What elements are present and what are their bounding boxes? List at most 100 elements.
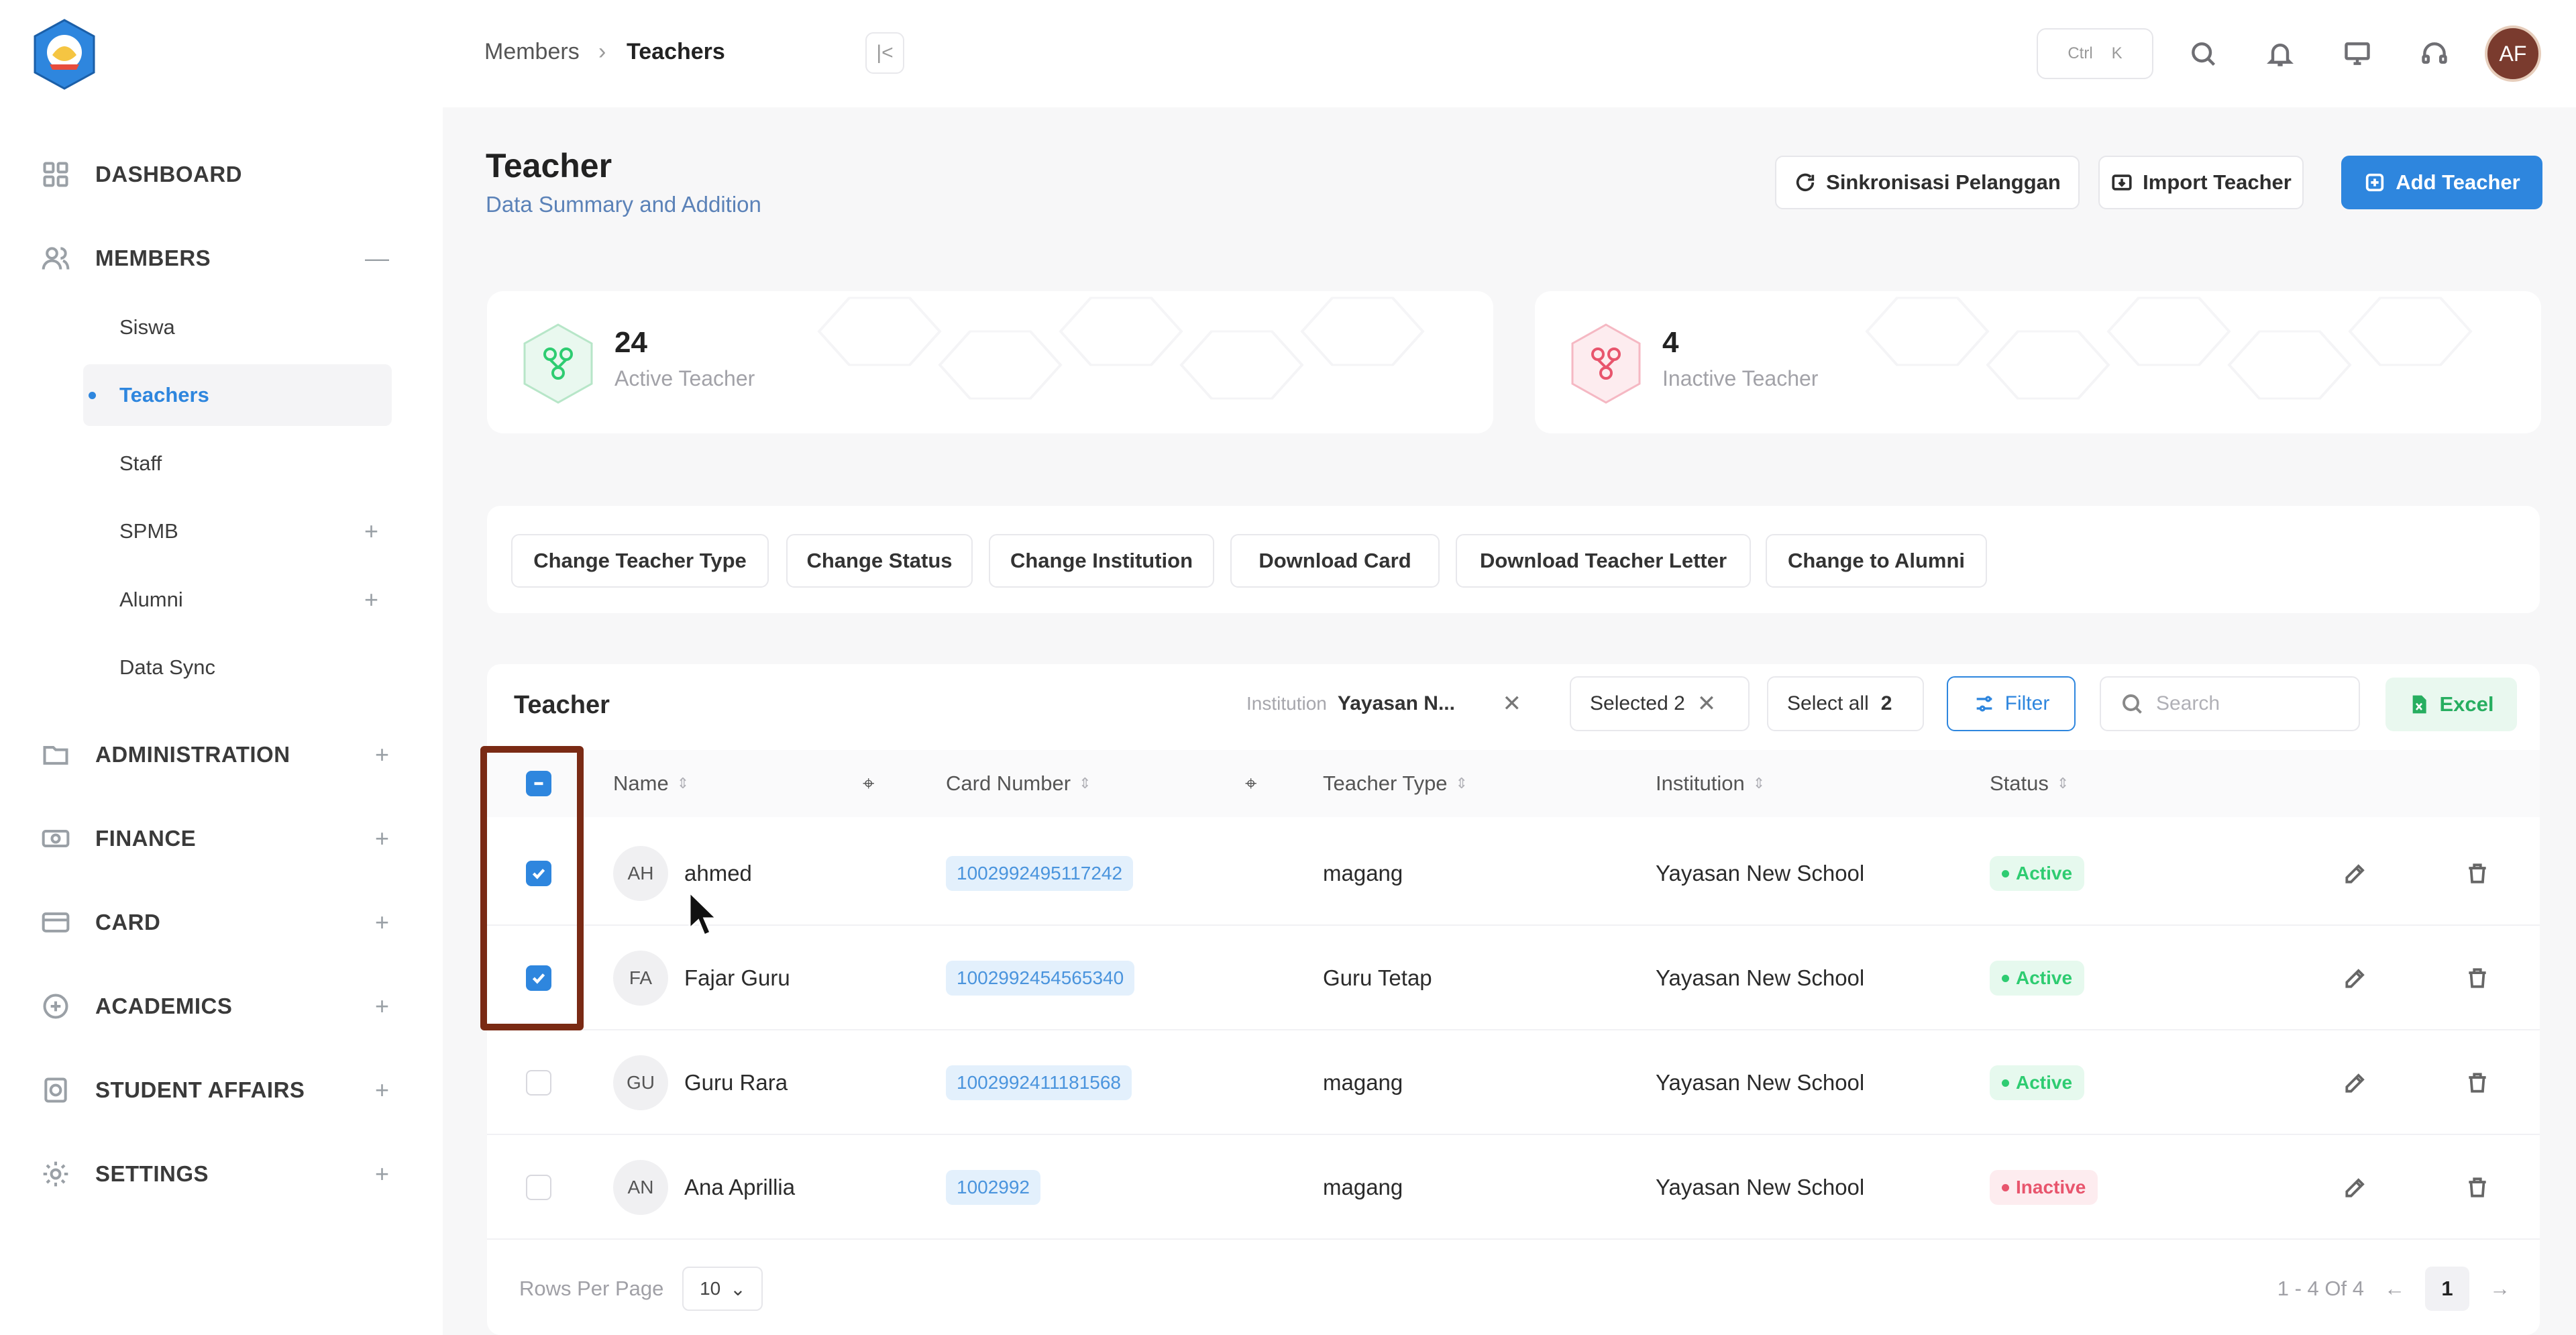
- institution-filter-value: Yayasan N...: [1337, 692, 1455, 714]
- column-header-name[interactable]: Name ⇕: [613, 750, 689, 817]
- app-logo[interactable]: [30, 17, 99, 91]
- import-icon: [2112, 174, 2132, 191]
- nav-finance[interactable]: FINANCE +: [40, 818, 389, 859]
- table-row[interactable]: GU Guru Rara 1002992411181568 magang Yay…: [487, 1030, 2540, 1135]
- selected-count-chip[interactable]: Selected 2 ✕: [1570, 676, 1750, 731]
- expand-icon[interactable]: +: [375, 741, 389, 769]
- card-number-badge[interactable]: 1002992454565340: [946, 961, 1135, 996]
- gear-icon: [40, 1159, 71, 1189]
- import-teacher-button[interactable]: Import Teacher: [2098, 156, 2304, 209]
- trash-icon[interactable]: [2465, 1030, 2490, 1135]
- nav-card[interactable]: CARD +: [40, 902, 389, 943]
- select-all-button[interactable]: Select all 2: [1767, 676, 1924, 731]
- institution-filter-chip[interactable]: Institution Yayasan N... ✕: [1230, 676, 1535, 731]
- expand-icon[interactable]: +: [364, 586, 378, 614]
- edit-icon[interactable]: [2343, 926, 2368, 1030]
- download-card-button[interactable]: Download Card: [1230, 534, 1440, 588]
- search-input[interactable]: Search: [2100, 676, 2360, 731]
- rows-per-page-select[interactable]: 10 ⌄: [682, 1267, 763, 1311]
- expand-icon[interactable]: +: [375, 908, 389, 937]
- teacher-name: ahmed: [684, 861, 752, 886]
- sidebar-item-alumni[interactable]: Alumni +: [83, 569, 392, 631]
- pin-icon[interactable]: ⌖: [1245, 750, 1256, 817]
- mouse-cursor-icon: [688, 891, 719, 937]
- change-institution-button[interactable]: Change Institution: [989, 534, 1214, 588]
- table-row[interactable]: AH ahmed 1002992495117242 magang Yayasan…: [487, 821, 2540, 926]
- collapse-sidebar-button[interactable]: |<: [865, 32, 904, 74]
- column-header-card-number[interactable]: Card Number ⇕: [946, 750, 1091, 817]
- column-header-teacher-type[interactable]: Teacher Type ⇕: [1323, 750, 1468, 817]
- breadcrumb-parent-link[interactable]: Members: [484, 39, 580, 65]
- edit-icon[interactable]: [2343, 821, 2368, 926]
- row-checkbox[interactable]: [526, 965, 551, 991]
- avatar: FA: [613, 951, 668, 1006]
- breadcrumb-separator-icon: ›: [598, 39, 606, 64]
- expand-icon[interactable]: +: [375, 992, 389, 1020]
- add-teacher-button[interactable]: Add Teacher: [2341, 156, 2542, 209]
- close-icon[interactable]: ✕: [1503, 690, 1522, 717]
- bell-icon[interactable]: [2261, 35, 2299, 72]
- teacher-name: Ana Aprillia: [684, 1175, 796, 1199]
- user-avatar[interactable]: AF: [2485, 25, 2541, 82]
- status-badge: Active: [1990, 856, 2085, 891]
- row-checkbox[interactable]: [526, 861, 551, 886]
- change-to-alumni-button[interactable]: Change to Alumni: [1766, 534, 1987, 588]
- card-number-badge[interactable]: 1002992495117242: [946, 856, 1134, 891]
- sidebar-item-label: Siswa: [119, 315, 175, 339]
- sidebar-item-label: Data Sync: [119, 655, 216, 679]
- column-header-institution[interactable]: Institution ⇕: [1656, 750, 1765, 817]
- sidebar-item-spmb[interactable]: SPMB +: [83, 500, 392, 562]
- trash-icon[interactable]: [2465, 926, 2490, 1030]
- expand-icon[interactable]: +: [375, 1076, 389, 1104]
- sidebar-item-teachers[interactable]: Teachers: [83, 364, 392, 426]
- avatar: GU: [613, 1055, 668, 1110]
- search-icon[interactable]: [2184, 35, 2222, 72]
- change-teacher-type-button[interactable]: Change Teacher Type: [511, 534, 769, 588]
- close-icon[interactable]: ✕: [1697, 690, 1717, 717]
- pin-icon[interactable]: ⌖: [863, 750, 874, 817]
- filter-icon: [1976, 696, 1992, 712]
- expand-icon[interactable]: +: [364, 517, 378, 545]
- sidebar-item-staff[interactable]: Staff: [83, 433, 392, 494]
- institution-filter-label: Institution: [1246, 693, 1327, 714]
- expand-icon[interactable]: +: [375, 824, 389, 853]
- sidebar-item-label: Staff: [119, 451, 162, 475]
- sort-icon: ⇕: [1752, 775, 1766, 792]
- nav-administration[interactable]: ADMINISTRATION +: [40, 735, 389, 775]
- change-status-button[interactable]: Change Status: [786, 534, 973, 588]
- search-shortcut-hint[interactable]: Ctrl K: [2037, 28, 2153, 79]
- nav-student-affairs[interactable]: STUDENT AFFAIRS +: [40, 1070, 389, 1110]
- nav-settings[interactable]: SETTINGS +: [40, 1154, 389, 1194]
- trash-icon[interactable]: [2465, 821, 2490, 926]
- table-row[interactable]: AN Ana Aprillia 1002992 magang Yayasan N…: [487, 1135, 2540, 1240]
- download-teacher-letter-button[interactable]: Download Teacher Letter: [1456, 534, 1751, 588]
- nav-dashboard[interactable]: DASHBOARD: [40, 154, 389, 195]
- card-number-badge[interactable]: 1002992: [946, 1170, 1041, 1205]
- filter-button[interactable]: Filter: [1947, 676, 2076, 731]
- column-header-status[interactable]: Status ⇕: [1990, 750, 2069, 817]
- edit-icon[interactable]: [2343, 1135, 2368, 1240]
- headset-icon[interactable]: [2416, 35, 2453, 72]
- card-number-badge[interactable]: 1002992411181568: [946, 1065, 1132, 1100]
- active-dot-icon: [89, 392, 96, 399]
- next-page-icon[interactable]: →: [2489, 1277, 2510, 1301]
- prev-page-icon[interactable]: ←: [2384, 1277, 2405, 1301]
- sidebar-item-siswa[interactable]: Siswa: [83, 297, 392, 358]
- nav-members[interactable]: MEMBERS —: [40, 238, 389, 278]
- select-all-checkbox[interactable]: [526, 750, 551, 817]
- expand-icon[interactable]: +: [375, 1160, 389, 1188]
- nav-academics[interactable]: ACADEMICS +: [40, 986, 389, 1026]
- monitor-icon[interactable]: [2339, 35, 2376, 72]
- pagination-range: 1 - 4 Of 4: [2277, 1277, 2364, 1300]
- sync-customers-button[interactable]: Sinkronisasi Pelanggan: [1775, 156, 2080, 209]
- row-checkbox[interactable]: [526, 1175, 551, 1200]
- edit-icon[interactable]: [2343, 1030, 2368, 1135]
- trash-icon[interactable]: [2465, 1135, 2490, 1240]
- sort-icon: ⇕: [676, 775, 690, 792]
- export-excel-button[interactable]: Excel: [2385, 678, 2517, 731]
- page-number-button[interactable]: 1: [2425, 1267, 2469, 1311]
- collapse-icon[interactable]: —: [365, 244, 389, 272]
- sidebar-item-data-sync[interactable]: Data Sync: [83, 637, 392, 698]
- row-checkbox[interactable]: [526, 1070, 551, 1096]
- table-row[interactable]: FA Fajar Guru 1002992454565340 Guru Teta…: [487, 926, 2540, 1030]
